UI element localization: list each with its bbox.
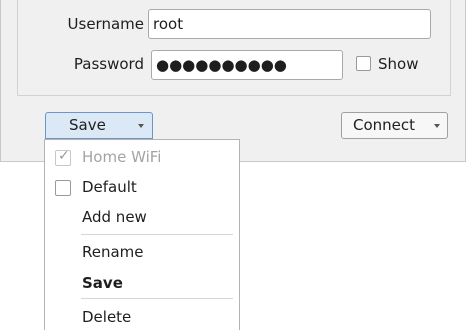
checkbox-icon	[55, 180, 71, 196]
password-field[interactable]: ●●●●●●●●●●	[151, 50, 343, 80]
show-password-label: Show	[378, 55, 419, 73]
password-label: Password	[73, 55, 144, 73]
menu-item-add-new[interactable]: Add new	[45, 202, 239, 232]
menu-separator	[81, 298, 233, 299]
chevron-down-icon	[138, 124, 144, 128]
username-value: root	[153, 15, 184, 33]
save-button[interactable]: Save	[45, 112, 153, 139]
checkbox-checked-icon: ✓	[55, 148, 71, 166]
username-field[interactable]: root	[148, 9, 431, 39]
menu-item-delete[interactable]: Delete	[45, 302, 239, 332]
menu-item-save[interactable]: Save	[45, 268, 239, 298]
connect-button-label: Connect	[353, 116, 416, 134]
menu-item-default[interactable]: Default	[45, 172, 239, 202]
settings-panel: Username root Password ●●●●●●●●●● Show S…	[0, 0, 466, 162]
menu-item-home-wifi[interactable]: ✓ Home WiFi	[45, 142, 239, 172]
chevron-down-icon	[434, 124, 440, 128]
menu-item-label: Save	[82, 274, 123, 292]
menu-item-label: Home WiFi	[82, 148, 162, 166]
menu-item-label: Add new	[82, 208, 147, 226]
connect-button[interactable]: Connect	[341, 112, 448, 139]
save-button-label: Save	[69, 116, 106, 134]
menu-item-label: Rename	[82, 243, 144, 261]
menu-item-label: Default	[82, 178, 137, 196]
menu-item-rename[interactable]: Rename	[45, 237, 239, 267]
save-dropdown-menu: ✓ Home WiFi Default Add new Rename Save …	[44, 139, 240, 330]
checkmark-icon: ✓	[58, 148, 70, 164]
menu-separator	[81, 234, 233, 235]
username-label: Username	[67, 15, 144, 33]
show-password-checkbox[interactable]	[356, 56, 371, 71]
password-value: ●●●●●●●●●●	[156, 56, 287, 74]
menu-item-label: Delete	[82, 308, 132, 326]
